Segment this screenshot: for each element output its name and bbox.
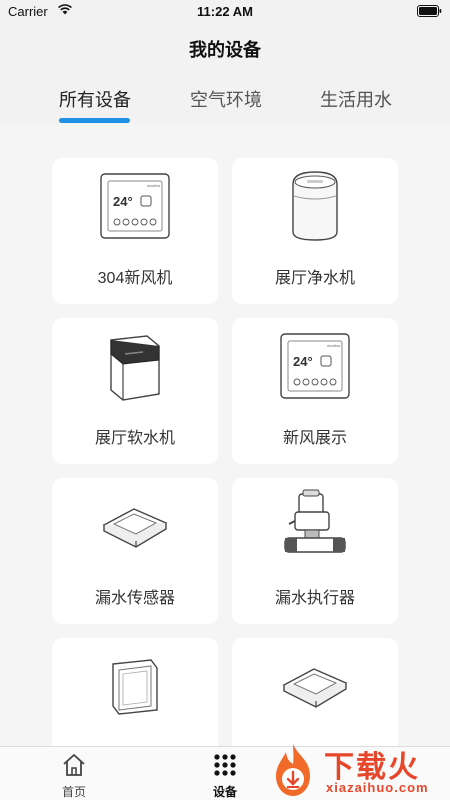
nav-home-label: 首页	[61, 785, 86, 799]
device-name: 新风展示	[282, 430, 347, 447]
device-name: 展厅软水机	[94, 430, 175, 447]
thermostat-brand: nicollos	[147, 183, 160, 188]
nav-home[interactable]: 首页	[44, 751, 104, 800]
water-softener-icon	[110, 335, 160, 401]
watermark-subtitle: xiazaihuo.com	[326, 780, 429, 795]
device-card[interactable]: 展厅软水机	[52, 318, 218, 464]
thermostat-temp: 24°	[293, 354, 313, 369]
leak-sensor-icon	[102, 508, 168, 548]
status-time: 11:22 AM	[197, 4, 253, 19]
device-card[interactable]: 漏水执行器	[232, 478, 398, 624]
device-name: 漏水执行器	[274, 590, 355, 607]
thermostat-panel-icon: nicollos 24°	[100, 173, 170, 239]
thermostat-brand: nicollos	[327, 343, 340, 348]
device-card[interactable]	[232, 638, 398, 746]
tab-air-environment[interactable]: 空气环境	[190, 86, 262, 112]
device-grid: nicollos 24° 304新风机 展厅净水机 展厅软水机 nicollos…	[0, 124, 450, 746]
nav-devices[interactable]: 设备	[195, 751, 255, 800]
device-card[interactable]	[52, 638, 218, 746]
wall-panel-icon	[112, 659, 158, 715]
device-card[interactable]: 漏水传感器	[52, 478, 218, 624]
home-icon	[63, 754, 85, 776]
leak-sensor-icon	[282, 668, 348, 708]
flame-icon	[276, 744, 310, 796]
tab-domestic-water[interactable]: 生活用水	[320, 86, 392, 112]
active-tab-indicator	[59, 118, 130, 123]
nav-devices-label: 设备	[212, 785, 237, 799]
watermark-logo: 下载火 xiazaihuo.com	[262, 740, 450, 800]
thermostat-panel-icon: nicollos 24°	[280, 333, 350, 399]
device-card[interactable]: 展厅净水机	[232, 158, 398, 304]
status-bar: Carrier 11:22 AM	[0, 0, 450, 22]
device-name: 漏水传感器	[94, 590, 175, 607]
water-purifier-icon	[292, 171, 338, 241]
device-name: 304新风机	[97, 270, 173, 287]
device-card[interactable]: nicollos 24° 新风展示	[232, 318, 398, 464]
header: 我的设备 所有设备 空气环境 生活用水	[0, 22, 450, 124]
tab-bar: 所有设备 空气环境 生活用水	[0, 84, 450, 124]
battery-icon	[417, 5, 442, 17]
device-name: 展厅净水机	[274, 270, 355, 287]
device-card[interactable]: nicollos 24° 304新风机	[52, 158, 218, 304]
page-title: 我的设备	[189, 40, 261, 60]
tab-all-devices[interactable]: 所有设备	[59, 86, 131, 112]
thermostat-temp: 24°	[113, 194, 133, 209]
valve-actuator-icon	[284, 489, 346, 553]
grid-icon	[214, 754, 236, 776]
